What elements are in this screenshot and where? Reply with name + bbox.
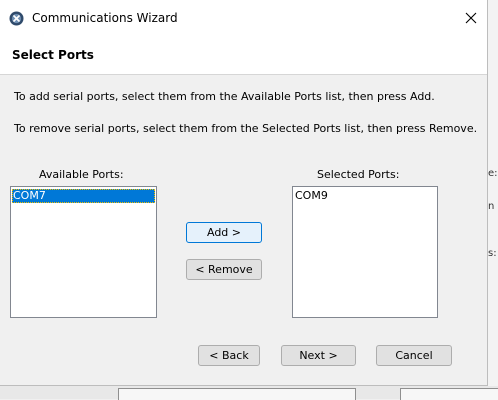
next-button[interactable]: Next > — [281, 345, 356, 366]
wizard-app-icon — [9, 11, 24, 26]
add-button[interactable]: Add > — [186, 222, 262, 243]
available-ports-label: Available Ports: — [39, 168, 124, 181]
background-text-fragment: s: — [488, 248, 497, 259]
background-panel — [118, 388, 356, 400]
close-button[interactable] — [455, 4, 487, 34]
background-panel — [400, 388, 498, 400]
communications-wizard-dialog: Communications Wizard Select Ports To ad… — [0, 0, 488, 386]
background-text-fragment: n — [488, 201, 495, 212]
window-title: Communications Wizard — [32, 11, 178, 25]
add-instructions: To add serial ports, select them from th… — [14, 90, 435, 103]
background-text-fragment: e: — [488, 168, 498, 179]
remove-button[interactable]: < Remove — [186, 259, 262, 280]
remove-instructions: To remove serial ports, select them from… — [14, 122, 478, 135]
background-window-edge — [488, 0, 498, 399]
cancel-button[interactable]: Cancel — [376, 345, 452, 366]
page-title: Select Ports — [12, 48, 94, 62]
list-item[interactable]: COM9 — [294, 189, 436, 203]
list-item[interactable]: COM7 — [12, 189, 155, 203]
selected-ports-list[interactable]: COM9 — [292, 186, 438, 318]
background-window-bottom — [0, 386, 498, 400]
title-bar: Communications Wizard — [0, 0, 487, 38]
available-ports-list[interactable]: COM7 — [10, 186, 157, 318]
close-icon — [465, 12, 477, 27]
wizard-header: Select Ports — [0, 38, 487, 75]
selected-ports-label: Selected Ports: — [317, 168, 400, 181]
back-button[interactable]: < Back — [198, 345, 260, 366]
